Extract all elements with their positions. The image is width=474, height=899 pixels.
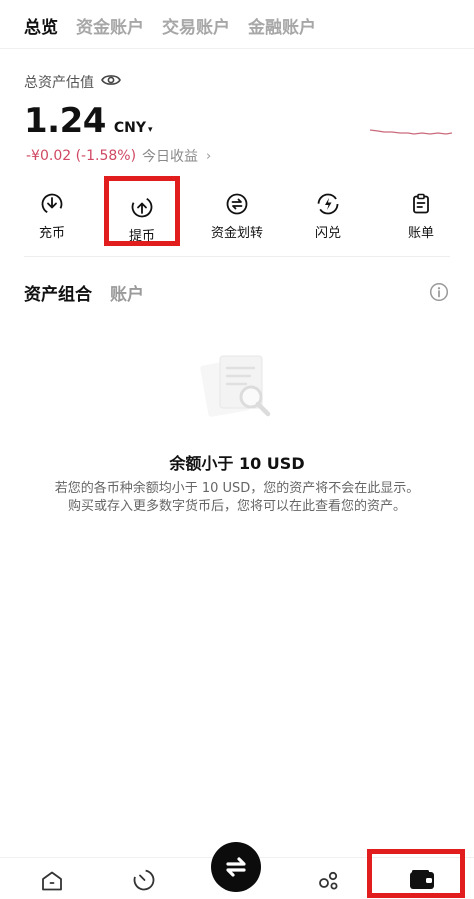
withdraw-button[interactable]: 提币 xyxy=(104,176,180,246)
transfer-label: 资金划转 xyxy=(210,226,263,241)
trade-swap-icon xyxy=(226,857,246,877)
bill-icon xyxy=(381,190,461,218)
empty-document-icon xyxy=(200,355,271,417)
info-icon[interactable] xyxy=(429,282,449,302)
tab-trading-account[interactable]: 交易账户 xyxy=(162,13,230,38)
empty-state-desc-line1: 若您的各币种余额均小于 10 USD，您的资产将不会在此显示。 xyxy=(54,481,420,496)
home-icon[interactable] xyxy=(40,870,64,896)
transfer-icon xyxy=(197,190,277,218)
total-value-label: 总资产估值 xyxy=(24,75,94,91)
account-tabs: 总览 资金账户 交易账户 金融账户 xyxy=(24,12,316,38)
flash-swap-label: 闪兑 xyxy=(314,226,341,241)
empty-state-description: 若您的各币种余额均小于 10 USD，您的资产将不会在此显示。 购买或存入更多数… xyxy=(20,480,454,516)
tabs-divider xyxy=(0,48,474,49)
currency-selector[interactable]: CNY ▾ xyxy=(114,120,153,136)
trade-swap-button[interactable] xyxy=(211,842,261,892)
discover-icon[interactable] xyxy=(317,868,341,896)
caret-down-icon: ▾ xyxy=(148,125,153,135)
currency-label: CNY xyxy=(113,120,147,136)
portfolio-tabs: 资产组合 账户 xyxy=(24,280,144,305)
today-pnl[interactable]: -¥0.02 (-1.58%) 今日收益 › xyxy=(26,146,211,166)
pnl-value: -¥0.02 (-1.58%) xyxy=(26,148,137,164)
eye-icon[interactable] xyxy=(101,73,121,91)
chevron-right-icon: › xyxy=(206,148,212,164)
deposit-label: 充币 xyxy=(38,226,65,241)
quick-actions: 充币 提币 资金划转 闪兑 账单 xyxy=(0,176,474,246)
tab-overview[interactable]: 总览 xyxy=(24,13,58,38)
market-icon[interactable] xyxy=(132,868,156,896)
total-value-row: 总资产估值 xyxy=(24,72,121,92)
deposit-button[interactable]: 充币 xyxy=(12,190,92,241)
empty-state-desc-line2: 购买或存入更多数字货币后，您将可以在此查看您的资产。 xyxy=(67,499,406,514)
balance-row: 1.24 CNY ▾ xyxy=(24,101,153,141)
flash-swap-button[interactable]: 闪兑 xyxy=(288,190,368,241)
balance-amount: 1.24 xyxy=(24,101,106,141)
bill-button[interactable]: 账单 xyxy=(381,190,461,241)
tab-portfolio[interactable]: 资产组合 xyxy=(24,280,92,305)
transfer-button[interactable]: 资金划转 xyxy=(197,190,277,241)
empty-state-title: 余额小于 10 USD xyxy=(169,454,305,473)
tab-funding-account[interactable]: 资金账户 xyxy=(76,13,144,38)
wallet-icon[interactable] xyxy=(409,869,435,895)
section-divider xyxy=(24,256,450,257)
tab-finance-account[interactable]: 金融账户 xyxy=(248,13,316,38)
pnl-label: 今日收益 xyxy=(142,149,199,165)
tab-accounts[interactable]: 账户 xyxy=(110,280,144,305)
bill-label: 账单 xyxy=(407,226,434,241)
withdraw-label: 提币 xyxy=(128,229,155,244)
flash-swap-icon xyxy=(288,190,368,218)
deposit-icon xyxy=(12,190,92,218)
withdraw-icon xyxy=(109,193,175,221)
balance-sparkline xyxy=(370,129,452,135)
